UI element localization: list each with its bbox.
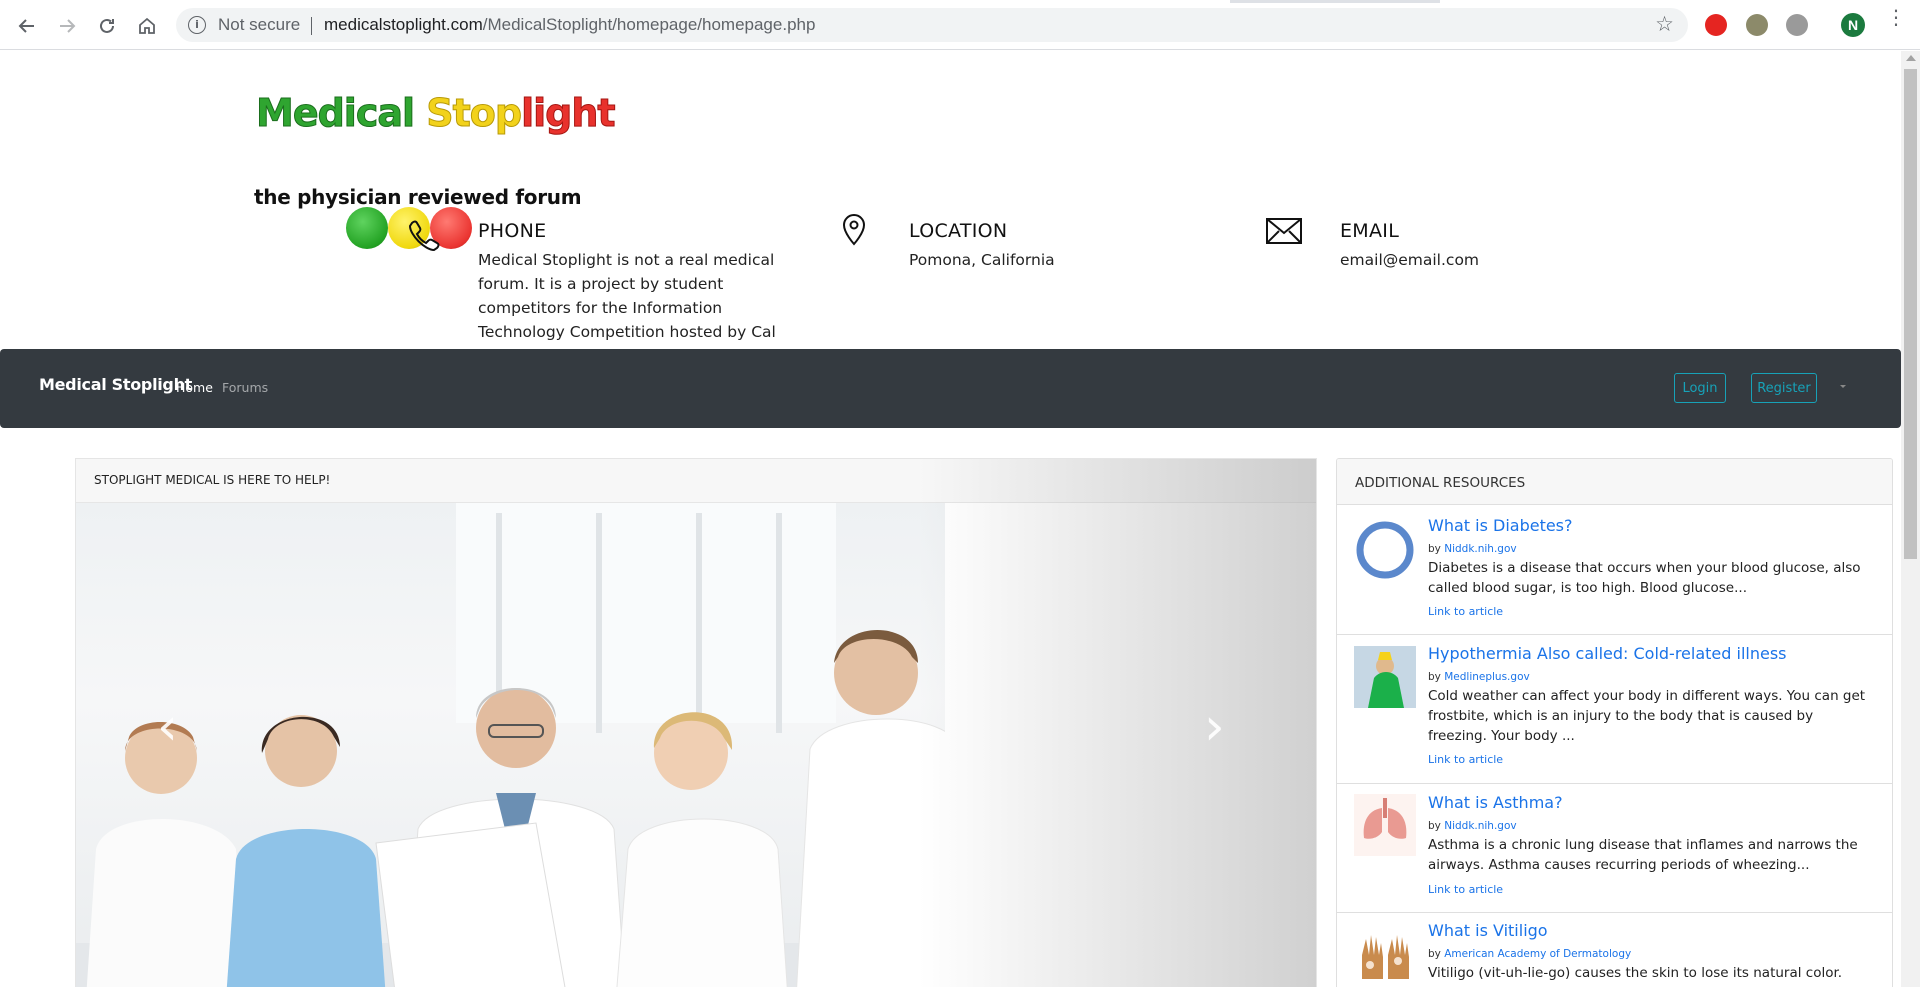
carousel-header: STOPLIGHT MEDICAL IS HERE TO HELP!: [76, 459, 1316, 503]
resource-item: What is Asthma? by Niddk.nih.gov Asthma …: [1337, 784, 1892, 913]
dropdown-caret-icon[interactable]: [1840, 385, 1846, 388]
gear-extension-icon[interactable]: [1786, 14, 1808, 36]
logo-tagline: the physician reviewed forum: [254, 185, 582, 209]
home-icon[interactable]: [133, 12, 161, 40]
forward-icon[interactable]: [53, 12, 81, 40]
address-bar[interactable]: i Not secure medicalstoplight.com/Medica…: [176, 8, 1688, 42]
diabetes-ring-icon: [1354, 519, 1416, 581]
resource-article-link[interactable]: Link to article: [1428, 753, 1503, 766]
login-button[interactable]: Login: [1674, 373, 1726, 403]
location-text: Pomona, California: [909, 251, 1055, 269]
green-light-icon: [346, 207, 388, 249]
vitiligo-hands-thumbnail: [1354, 921, 1416, 983]
site-logo[interactable]: Medical Stoplight the physician reviewed…: [254, 91, 616, 249]
scroll-up-icon[interactable]: [1906, 55, 1916, 61]
register-button[interactable]: Register: [1751, 373, 1817, 403]
resource-item: Hypothermia Also called: Cold-related il…: [1337, 635, 1892, 784]
hero-carousel: STOPLIGHT MEDICAL IS HERE TO HELP!: [75, 458, 1317, 987]
resource-source-link[interactable]: Niddk.nih.gov: [1444, 543, 1516, 555]
navbar-brand[interactable]: Medical Stoplight: [39, 375, 192, 394]
carousel-next-icon[interactable]: ›: [1204, 701, 1225, 753]
carousel-prev-icon[interactable]: ‹: [157, 701, 178, 753]
resource-description: Vitiligo (vit-uh-lie-go) causes the skin…: [1428, 965, 1843, 987]
resource-title[interactable]: What is Diabetes?: [1428, 516, 1573, 535]
back-icon[interactable]: [13, 12, 41, 40]
hypothermia-thumbnail: [1354, 646, 1416, 708]
info-icon[interactable]: i: [188, 16, 206, 34]
resource-title[interactable]: Hypothermia Also called: Cold-related il…: [1428, 644, 1787, 663]
shield-extension-icon[interactable]: [1746, 14, 1768, 36]
additional-resources-panel: ADDITIONAL RESOURCES What is Diabetes? b…: [1336, 458, 1893, 987]
nav-forums-link[interactable]: Forums: [222, 380, 268, 395]
resource-byline: by American Academy of Dermatology: [1428, 948, 1632, 960]
resource-byline: by Niddk.nih.gov: [1428, 820, 1517, 832]
resource-title[interactable]: What is Vitiligo: [1428, 921, 1548, 940]
email-text: email@email.com: [1340, 251, 1480, 269]
resource-description: Cold weather can affect your body in dif…: [1428, 688, 1866, 744]
resource-source-link[interactable]: American Academy of Dermatology: [1444, 948, 1631, 960]
tab-strip-edge: [0, 0, 1920, 3]
scrollbar-thumb[interactable]: [1904, 69, 1917, 559]
logo-title: Medical Stoplight: [255, 91, 616, 136]
bookmark-star-icon[interactable]: ☆: [1655, 12, 1674, 36]
menu-kebab-icon[interactable]: ⋮: [1886, 7, 1906, 27]
phone-title: PHONE: [478, 220, 547, 242]
map-pin-icon: [836, 211, 872, 247]
security-label: Not secure: [218, 15, 301, 34]
resource-source-link[interactable]: Medlineplus.gov: [1444, 671, 1529, 683]
main-navbar: Medical Stoplight Home Forums Login Regi…: [0, 349, 1901, 428]
carousel-caption: STOPLIGHT MEDICAL IS HERE TO HELP!: [94, 473, 331, 487]
resource-description: Asthma is a chronic lung disease that in…: [1428, 837, 1858, 873]
profile-avatar[interactable]: N: [1841, 13, 1865, 37]
resource-description: Diabetes is a disease that occurs when y…: [1428, 560, 1861, 596]
nav-home-link[interactable]: Home: [176, 380, 213, 395]
resource-article-link[interactable]: Link to article: [1428, 883, 1503, 896]
resource-byline: by Medlineplus.gov: [1428, 671, 1530, 683]
email-title: EMAIL: [1340, 220, 1400, 242]
resource-article-link[interactable]: Link to article: [1428, 605, 1503, 618]
resource-source-link[interactable]: Niddk.nih.gov: [1444, 820, 1516, 832]
resource-byline: by Niddk.nih.gov: [1428, 543, 1517, 555]
phone-icon: [406, 217, 442, 253]
lungs-thumbnail: [1354, 794, 1416, 856]
location-title: LOCATION: [909, 220, 1008, 242]
url-text[interactable]: medicalstoplight.com/MedicalStoplight/ho…: [324, 15, 815, 35]
doctors-meeting-photo: [76, 503, 945, 987]
browser-toolbar: i Not secure medicalstoplight.com/Medica…: [0, 0, 1920, 50]
resource-title[interactable]: What is Asthma?: [1428, 793, 1563, 812]
page-scrollbar[interactable]: [1901, 51, 1920, 987]
page-content: Medical Stoplight the physician reviewed…: [0, 51, 1901, 987]
envelope-icon: [1266, 213, 1302, 249]
adblock-extension-icon[interactable]: [1705, 14, 1727, 36]
resource-item: What is Vitiligo by American Academy of …: [1337, 913, 1892, 987]
resource-item: What is Diabetes? by Niddk.nih.gov Diabe…: [1337, 505, 1892, 635]
resources-title: ADDITIONAL RESOURCES: [1337, 459, 1892, 505]
reload-icon[interactable]: [93, 12, 121, 40]
